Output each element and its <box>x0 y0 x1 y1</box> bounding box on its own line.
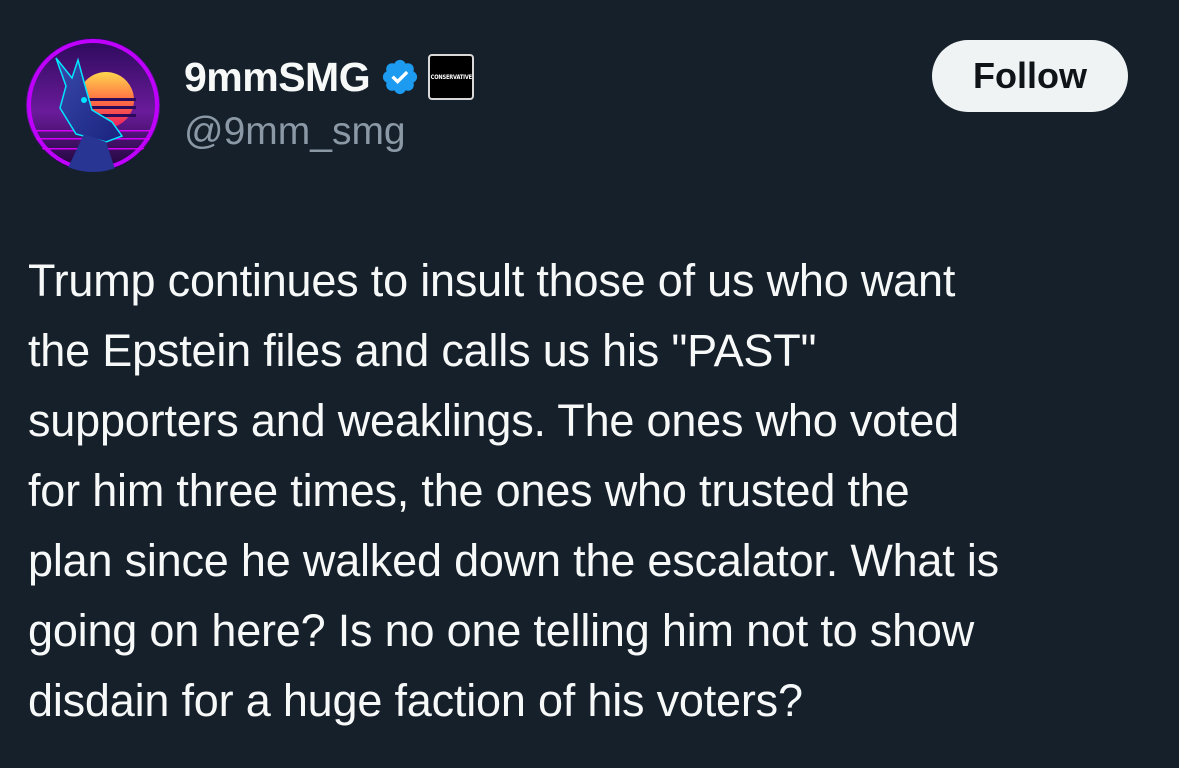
author-handle[interactable]: @9mm_smg <box>184 110 406 154</box>
doberman-avatar-icon <box>26 38 160 172</box>
affiliation-badge[interactable]: CONSERVATIVE <box>428 54 475 100</box>
author-name-row: 9mmSMG CONSERVATIVE <box>184 52 475 102</box>
tweet-text: Trump continues to insult those of us wh… <box>28 255 999 726</box>
author-display-name[interactable]: 9mmSMG <box>184 54 371 101</box>
tweet-header: 9mmSMG CONSERVATIVE @9mm_smg Follow <box>0 0 1179 200</box>
author-avatar[interactable] <box>26 38 160 172</box>
follow-button[interactable]: Follow <box>932 40 1128 112</box>
affiliation-badge-text: CONSERVATIVE <box>430 73 472 81</box>
verified-badge-icon <box>380 57 420 97</box>
